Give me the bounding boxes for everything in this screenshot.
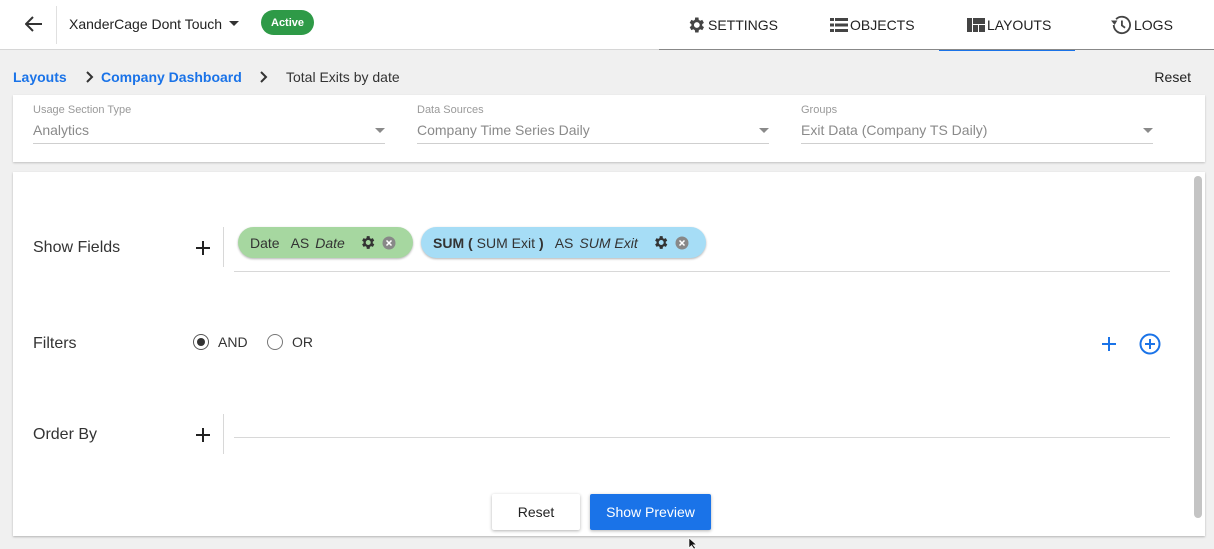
reset-link[interactable]: Reset [1154, 69, 1191, 85]
breadcrumb-current: Total Exits by date [286, 69, 400, 85]
caret-down-icon [759, 128, 769, 133]
tab-settings-label: SETTINGS [708, 17, 779, 33]
remove-circle-icon[interactable] [675, 236, 689, 250]
divider [223, 227, 224, 267]
gear-icon [689, 17, 704, 33]
usage-section-type-label: Usage Section Type [33, 104, 132, 116]
groups-label: Groups [801, 104, 838, 116]
field-name: Date [250, 234, 280, 251]
add-order-plus-icon[interactable] [194, 426, 212, 444]
reset-button[interactable]: Reset [492, 494, 580, 530]
history-icon [1111, 15, 1131, 34]
usage-section-type-select[interactable]: Usage Section Type Analytics [33, 104, 385, 144]
mouse-cursor-icon [688, 538, 698, 549]
show-preview-button[interactable]: Show Preview [590, 494, 711, 530]
tab-layouts[interactable]: LAYOUTS [938, 0, 1076, 51]
gear-icon[interactable] [652, 234, 669, 251]
top-bar: XanderCage Dont Touch Active SETTINGS OB… [0, 0, 1214, 51]
scrollbar[interactable] [1194, 176, 1202, 518]
filters-label: Filters [33, 335, 77, 352]
tab-objects-label: OBJECTS [850, 17, 915, 33]
gear-icon[interactable] [359, 234, 376, 251]
project-selector[interactable]: XanderCage Dont Touch [69, 14, 240, 34]
field-alias: Date [315, 234, 345, 251]
caret-down-icon [1143, 128, 1153, 133]
groups-select[interactable]: Groups Exit Data (Company TS Daily) [801, 104, 1153, 144]
tab-objects[interactable]: OBJECTS [830, 0, 915, 50]
data-sources-select[interactable]: Data Sources Company Time Series Daily [417, 104, 769, 144]
add-filter-plus-icon[interactable] [1100, 335, 1118, 353]
caret-down-icon [229, 21, 240, 26]
tab-settings[interactable]: SETTINGS [686, 0, 778, 50]
order-by-label: Order By [33, 426, 98, 443]
divider [56, 6, 57, 44]
data-sources-value: Company Time Series Daily [417, 122, 590, 138]
query-builder-card: Show Fields Date AS Date SUM ( SUM Exit … [13, 172, 1205, 536]
tab-logs[interactable]: LOGS [1110, 0, 1173, 50]
data-sources-label: Data Sources [417, 104, 484, 116]
layout-icon [967, 18, 985, 32]
usage-section-type-value: Analytics [33, 122, 90, 138]
nav-underline [659, 49, 1214, 50]
chevron-right-icon [86, 71, 94, 83]
aggregate-close: ) [539, 234, 544, 251]
tab-layouts-label: LAYOUTS [987, 17, 1052, 33]
as-keyword: AS [290, 234, 310, 251]
radio-and[interactable]: AND [193, 334, 248, 350]
field-name: SUM Exit [476, 234, 536, 251]
radio-or-circle[interactable] [267, 334, 283, 350]
radio-or-label: OR [292, 334, 313, 350]
status-badge: Active [261, 10, 315, 35]
project-name: XanderCage Dont Touch [69, 16, 223, 32]
chevron-right-icon [260, 71, 268, 83]
breadcrumb-company-dashboard[interactable]: Company Dashboard [101, 69, 242, 85]
order-by-underline [234, 437, 1170, 438]
as-keyword: AS [554, 234, 574, 251]
selector-card: Usage Section Type Analytics Data Source… [13, 95, 1205, 162]
remove-circle-icon[interactable] [382, 236, 396, 250]
list-icon [830, 18, 848, 32]
add-field-plus-icon[interactable] [194, 239, 212, 257]
back-arrow-icon[interactable] [22, 12, 46, 36]
tab-logs-label: LOGS [1134, 17, 1173, 33]
divider [223, 414, 224, 454]
breadcrumb-layouts[interactable]: Layouts [13, 69, 67, 85]
field-chip-sum-exit[interactable]: SUM ( SUM Exit ) AS SUM Exit [421, 227, 706, 258]
radio-or[interactable]: OR [267, 334, 313, 350]
show-fields-label: Show Fields [33, 239, 121, 256]
field-chip-date[interactable]: Date AS Date [238, 227, 413, 258]
caret-down-icon [375, 128, 385, 133]
radio-and-label: AND [218, 334, 248, 350]
field-alias: SUM Exit [579, 234, 638, 251]
add-filter-group-icon[interactable] [1139, 333, 1161, 355]
groups-value: Exit Data (Company TS Daily) [801, 122, 988, 138]
radio-and-circle[interactable] [193, 334, 209, 350]
aggregate-function: SUM ( [433, 234, 473, 251]
fields-underline [234, 271, 1170, 272]
